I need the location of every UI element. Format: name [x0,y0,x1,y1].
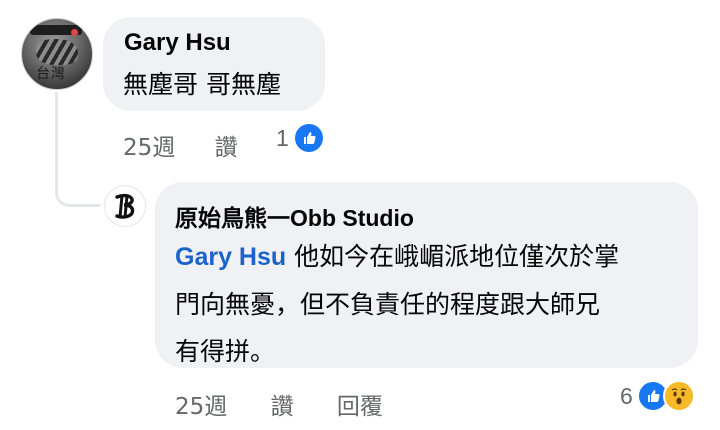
reply-thread-line [55,92,100,207]
reaction-summary[interactable]: 1 [276,122,325,154]
comment-bubble: Gary Hsu 無塵哥 哥無塵 [103,17,325,111]
wow-icon [662,380,695,412]
thumbs-up-icon [292,122,325,154]
reply-timestamp[interactable]: 25週 [175,394,227,420]
page-avatar[interactable] [104,185,146,227]
reaction-summary[interactable]: 6 [620,380,695,412]
reply-line-2: 門向無憂，但不負責任的程度跟大師兄 [175,290,601,319]
comment-timestamp[interactable]: 25週 [123,135,175,161]
reply-actions: 25週 讚 回覆 [175,387,383,421]
avatar-cat-image [36,39,78,65]
reaction-count: 1 [276,124,289,151]
like-button[interactable]: 讚 [215,135,238,161]
like-button[interactable]: 讚 [271,394,294,420]
avatar-dot [71,29,78,36]
reply-bubble: 原始鳥熊一Obb Studio Gary Hsu 他如今在峨嵋派地位僅次於掌 門… [155,182,698,368]
reply-button[interactable]: 回覆 [337,394,383,420]
reply-text: Gary Hsu 他如今在峨嵋派地位僅次於掌 門向無憂，但不負責任的程度跟大師兄… [175,233,619,375]
avatar-caption: 台灣 [36,66,66,82]
obb-logo-icon [115,193,135,219]
mention-link[interactable]: Gary Hsu [175,243,286,271]
comment-thread: 台灣 Gary Hsu 無塵哥 哥無塵 25週 讚 1 原始鳥熊一Obb Stu… [0,0,720,430]
reply-line-1-rest: 他如今在峨嵋派地位僅次於掌 [286,242,620,271]
reply-line-3: 有得拼。 [175,337,276,366]
reply-line-1: Gary Hsu 他如今在峨嵋派地位僅次於掌 [175,233,619,281]
comment-actions: 25週 讚 [123,128,238,162]
reply-author[interactable]: 原始鳥熊一Obb Studio [175,199,414,233]
reaction-count: 6 [620,382,633,409]
comment-text: 無塵哥 哥無塵 [123,70,281,99]
avatar[interactable]: 台灣 [21,18,93,90]
comment-author[interactable]: Gary Hsu [124,29,231,57]
